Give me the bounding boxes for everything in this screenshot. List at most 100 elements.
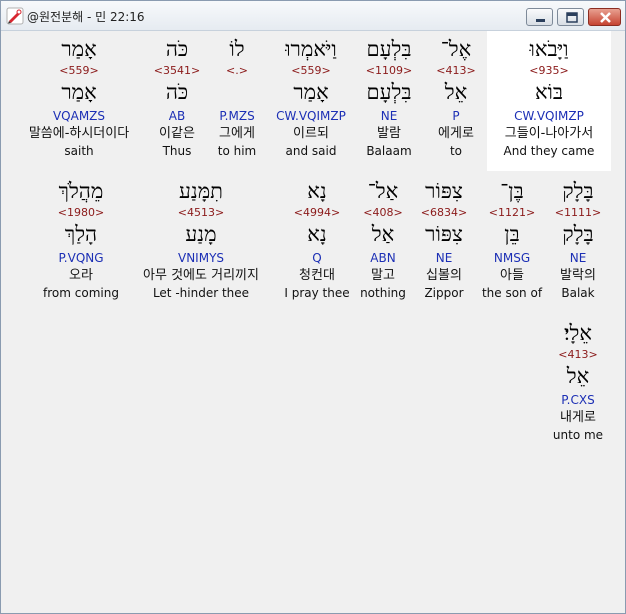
word-cell[interactable]: בִּלְעָם <1109> בִּלְעָם NE 발람 Balaam [353,36,425,159]
english-gloss: And they came [503,144,595,158]
maximize-button[interactable] [557,8,584,26]
strong-number: <1980> [57,206,105,219]
korean-gloss: 오라 [69,268,93,283]
strong-number: <3541> [153,64,201,77]
korean-gloss: 이르되 [293,126,329,141]
hebrew-lemma: מָנַע [185,222,217,246]
korean-gloss: 발락의 [560,268,596,283]
korean-gloss: 에게로 [438,126,474,141]
strong-number: <6834> [420,206,468,219]
korean-gloss: 그에게 [219,126,255,141]
hebrew-lemma: אָמַר [293,80,329,104]
hebrew-word: אֵלָי׃ [564,321,592,345]
word-cell[interactable]: בָּלָק <1111> בָּלָק NE 발락의 Balak [547,178,609,301]
strong-number: <.> [226,64,248,77]
hebrew-word: אֶל־ [440,37,472,61]
strong-number: <4513> [177,206,225,219]
hebrew-word: כֹּה [165,37,189,61]
hebrew-lemma: בִּלְעָם [366,80,412,104]
hebrew-word: אָמַר [61,37,97,61]
title-bar[interactable]: @원전분해 - 민 22:16 [1,1,625,31]
strong-number: <4994> [293,206,341,219]
word-cell[interactable]: לוֹ <.> P.MZS 그에게 to him [209,36,265,159]
korean-gloss: 말고 [371,268,395,283]
hebrew-lemma [209,79,265,105]
strong-number: <559> [59,64,99,77]
morphology-code: VNIMYS [177,251,225,265]
english-gloss: Thus [162,144,192,158]
korean-gloss: 말씀에-하시더이다 [28,126,130,141]
close-icon [600,12,611,23]
strong-number: <413> [436,64,476,77]
hebrew-lemma: אָמַר [61,80,97,104]
morphology-code: CW.VQIMZP [276,109,346,123]
english-gloss: nothing [360,286,406,300]
hebrew-lemma: אַל [371,222,395,246]
minimize-icon [536,19,545,22]
word-cell[interactable]: אֵלָי׃ <413> אֵל P.CXS 내게로 unto me [547,320,609,443]
strong-number: <1109> [365,64,413,77]
word-cell[interactable]: אַל־ <408> אַל ABN 말고 nothing [357,178,409,301]
word-cell[interactable]: צִפּוֹר <6834> צִפּוֹר NE 십볼의 Zippor [413,178,475,301]
english-gloss: from coming [43,286,119,300]
word-cell[interactable]: בֶּן־ <1121> בֵּן NMSG 아들 the son of [479,178,545,301]
morphology-code: CW.VQIMZP [514,109,584,123]
english-gloss: and said [285,144,337,158]
hebrew-word: צִפּוֹר [425,179,463,203]
korean-gloss: 이같은 [159,126,195,141]
parsing-view: וַיָּבֹאוּ <935> בּוֹא CW.VQIMZP 그들이-나아가… [7,31,621,610]
word-cell[interactable]: וַיֹּאמְרוּ <559> אָמַר CW.VQIMZP 이르되 an… [269,36,353,159]
korean-gloss: 청컨대 [299,268,335,283]
morphology-code: AB [168,109,186,123]
hebrew-word: בֶּן־ [500,179,524,203]
morphology-code: NE [569,251,587,265]
hebrew-lemma: בָּלָק [562,222,594,246]
word-cell[interactable]: אֶל־ <413> אֵל P 에게로 to [421,36,491,159]
korean-gloss: 십볼의 [426,268,462,283]
word-cell[interactable]: כֹּה <3541> כֹּה AB 이같은 Thus [147,36,207,159]
korean-gloss: 아들 [500,268,524,283]
hebrew-lemma: נָא [307,222,327,246]
word-cell[interactable]: אָמַר <559> אָמַר VQAMZS 말씀에-하시더이다 saith [11,36,147,159]
hebrew-lemma: הָלַךְ [64,222,98,246]
hebrew-word: מֵהֲלֹךְ [58,179,104,203]
morphology-code: VQAMZS [52,109,106,123]
word-cell[interactable]: תִמָּנַע <4513> מָנַע VNIMYS 아무 것에도 거리끼지… [125,178,277,301]
hebrew-lemma: אֵל [444,80,468,104]
word-cell[interactable]: נָא <4994> נָא Q 청컨대 I pray thee [279,178,355,301]
morphology-code: P.CXS [561,393,595,407]
morphology-code: NMSG [493,251,531,265]
restore-icon [566,12,578,23]
minimize-button[interactable] [526,8,553,26]
english-gloss: Balaam [366,144,412,158]
morphology-code: P [452,109,460,123]
strong-number: <408> [363,206,403,219]
hebrew-lemma: אֵל [566,364,590,388]
korean-gloss: 그들이-나아가서 [504,126,594,141]
app-window: @원전분해 - 민 22:16 וַיָּבֹאוּ <935> בּוֹא C… [0,0,626,614]
morphology-code: P.VQNG [58,251,104,265]
morphology-code: ABN [370,251,396,265]
morphology-code: P.MZS [219,109,255,123]
app-logo-icon [6,7,24,25]
hebrew-lemma: בּוֹא [534,80,564,104]
korean-gloss: 내게로 [560,410,596,425]
english-gloss: I pray thee [284,286,350,300]
hebrew-word: וַיֹּאמְרוּ [285,37,337,61]
strong-number: <935> [529,64,569,77]
close-button[interactable] [588,8,621,26]
english-gloss: to [449,144,463,158]
hebrew-word: נָא [307,179,327,203]
hebrew-lemma: בֵּן [504,222,520,246]
word-cell[interactable]: מֵהֲלֹךְ <1980> הָלַךְ P.VQNG 오라 from co… [41,178,121,301]
english-gloss: Let -hinder thee [152,286,250,300]
hebrew-word: וַיָּבֹאוּ [529,37,569,61]
morphology-code: Q [312,251,322,265]
strong-number: <1111> [554,206,602,219]
hebrew-lemma: כֹּה [165,80,189,104]
english-gloss: Balak [561,286,595,300]
strong-number: <1121> [488,206,536,219]
word-cell[interactable]: וַיָּבֹאוּ <935> בּוֹא CW.VQIMZP 그들이-나아가… [487,31,611,171]
hebrew-word: לוֹ [229,37,245,61]
hebrew-lemma: צִפּוֹר [425,222,463,246]
